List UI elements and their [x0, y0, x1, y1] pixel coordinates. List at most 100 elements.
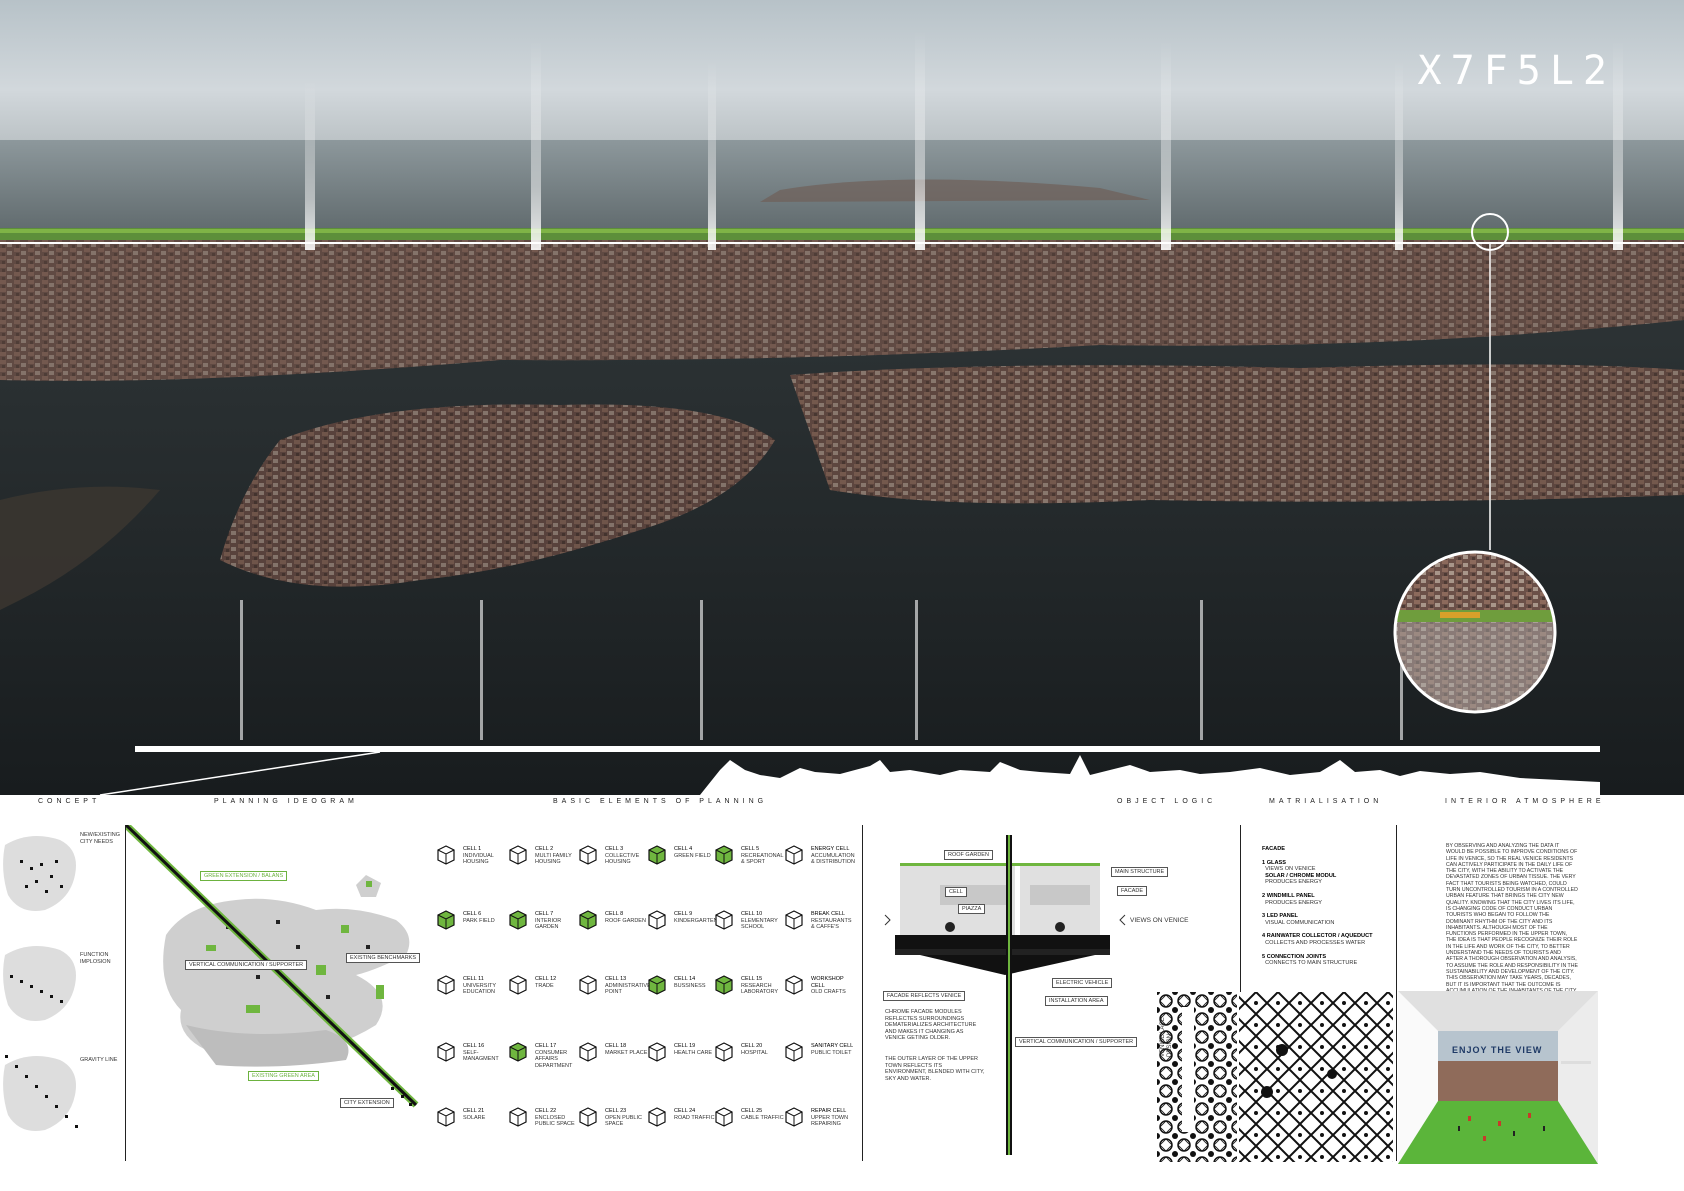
cell-item: CELL 17 CONSUMER AFFAIRS DEPARTMENT [506, 1037, 576, 1077]
label-roof-garden: ROOF GARDEN [944, 850, 993, 860]
cell-item: WORKSHOP CELL OLD CRAFTS [782, 970, 852, 1010]
section-planning: PLANNING IDEOGRAM [214, 798, 358, 805]
cell-icon [648, 910, 666, 930]
cell-icon [785, 845, 803, 865]
mat-item-2: 2 WINDMILL PANEL PRODUCES ENERGY [1262, 892, 1322, 906]
cell-item: CELL 21 SOLARE [434, 1102, 504, 1142]
object-text-2: THE OUTER LAYER OF THE UPPER TOWN REFLEC… [885, 1056, 985, 1082]
label-facade-reflects: FACADE REFLECTS VENICE [883, 991, 966, 1001]
section-basic: BASIC ELEMENTS OF PLANNING [553, 798, 768, 805]
label-main-structure: MAIN STRUCTURE [1111, 867, 1169, 877]
section-object: OBJECT LOGIC [1117, 798, 1217, 805]
cell-icon [509, 975, 527, 995]
cell-icon [648, 975, 666, 995]
cell-icon [579, 910, 597, 930]
cell-icon [715, 1042, 733, 1062]
section-interior: INTERIOR ATMOSPHERE [1445, 798, 1605, 805]
cell-item: SANITARY CELL PUBLIC TOILET [782, 1037, 853, 1077]
cell-item: CELL 16 SELF-MANAGMENT [434, 1037, 504, 1077]
bottom-panel: CONCEPT PLANNING IDEOGRAM BASIC ELEMENTS… [0, 795, 1684, 1191]
cell-item: CELL 11 UNIVERSITY EDUCATION [434, 970, 504, 1010]
concept-item-3: GRAVITY LINE [80, 1057, 118, 1063]
section-concept: CONCEPT [38, 798, 101, 805]
divider [1396, 825, 1397, 1161]
label-cell: CELL [945, 887, 967, 897]
cell-icon [579, 1042, 597, 1062]
label-facade: FACADE [1117, 886, 1148, 896]
cell-icon [785, 975, 803, 995]
cell-item: CELL 5 RECREATIONAL & SPORT [712, 840, 783, 880]
materialisation-list: FACADE 1 GLASS VIEWS ON VENICE SOLAR / C… [1262, 846, 1382, 974]
cell-item: CELL 14 BUSSINESS [645, 970, 715, 1010]
divider [862, 825, 863, 1161]
cell-icon [437, 845, 455, 865]
cell-icon [785, 1107, 803, 1127]
cell-item: REPAIR CELL UPPER TOWN REPAIRING [782, 1102, 852, 1142]
cell-icon [648, 1042, 666, 1062]
cell-icon [785, 910, 803, 930]
cell-item: CELL 7 INTERIOR GARDEN [506, 905, 576, 945]
label-city-extension: CITY EXTENSION [340, 1098, 394, 1108]
interior-text: BY OBSERVING AND ANALYZING THE DATA IT W… [1446, 843, 1578, 1000]
cell-item: CELL 4 GREEN FIELD [645, 840, 715, 880]
cell-item: CELL 19 HEALTH CARE [645, 1037, 715, 1077]
label-views: VIEWS ON VENICE [1130, 917, 1189, 924]
mat-item-5: 5 CONNECTION JOINTS CONNECTS TO MAIN STR… [1262, 953, 1358, 967]
cell-item: CELL 3 COLLECTIVE HOUSING [576, 840, 646, 880]
cell-icon [579, 975, 597, 995]
mat-item-4: 4 RAINWATER COLLECTOR / AQUEDUCT COLLECT… [1262, 933, 1373, 946]
cell-item: CELL 18 MARKET PLACE [576, 1037, 647, 1077]
cell-icon [509, 910, 527, 930]
cell-item: CELL 9 KINDERGARTEN [645, 905, 718, 945]
cell-item: CELL 25 CABLE TRAFFIC [712, 1102, 784, 1142]
section-materialisation: MATRIALISATION [1269, 798, 1383, 805]
cell-item: CELL 15 RESEARCH LABORATORY [712, 970, 782, 1010]
mat-item-1: 1 GLASS VIEWS ON VENICE SOLAR / CHROME M… [1262, 859, 1337, 886]
cell-item: CELL 24 ROAD TRAFFIC [645, 1102, 715, 1142]
label-green-extension: GREEN EXTENSION / BALANS [200, 871, 288, 881]
mat-item-3: 3 LED PANEL VISUAL COMMUNICATION [1262, 913, 1335, 926]
cell-icon [579, 1107, 597, 1127]
cell-item: ENERGY CELL ACCUMULATION & DISTRIBUTION [782, 840, 855, 880]
cell-item: CELL 13 ADMINISTRATIVE POINT [576, 970, 651, 1010]
cell-item: BREAK CELL RESTAURANTS & CAFFE'S [782, 905, 852, 945]
cell-item: CELL 8 ROOF GARDEN [576, 905, 646, 945]
label-electric-vehicle: ELECTRIC VEHICLE [1052, 978, 1113, 988]
cell-item: CELL 20 HOSPITAL [712, 1037, 782, 1077]
label-piazza: PIAZZA [958, 904, 986, 914]
cell-icon [648, 845, 666, 865]
cell-item: CELL 2 MULTI FAMILY HOUSING [506, 840, 576, 880]
cell-icon [579, 845, 597, 865]
label-vertical-communication: VERTICAL COMMUNICATION / SUPPORTER [1015, 1037, 1138, 1047]
cell-icon [437, 910, 455, 930]
cell-item: CELL 6 PARK FIELD [434, 905, 504, 945]
cell-icon [509, 1107, 527, 1127]
cell-icon [715, 910, 733, 930]
cell-item: CELL 10 ELEMENTARY SCHOOL [712, 905, 782, 945]
cell-item: CELL 12 TRADE [506, 970, 576, 1010]
object-text-1: CHROME FACADE MODULES REFLECTES SURROUND… [885, 1009, 977, 1041]
label-installation-area: INSTALLATION AREA [1045, 996, 1108, 1006]
concept-item-2: FUNCTION IMPLOSION [80, 952, 111, 965]
cell-icon [437, 1107, 455, 1127]
aerial-photo [0, 0, 1684, 795]
cell-icon [715, 975, 733, 995]
cell-item: CELL 22 ENCLOSED PUBLIC SPACE [506, 1102, 576, 1142]
cell-item: CELL 1 INDIVIDUAL HOUSING [434, 840, 504, 880]
label-existing-benchmarks: EXISTING BENCHMARKS [346, 953, 421, 963]
cell-icon [437, 1042, 455, 1062]
cell-icon [509, 1042, 527, 1062]
cell-icon [715, 1107, 733, 1127]
concept-item-1: NEW/EXISTING CITY NEEDS [80, 832, 121, 845]
interior-render [1398, 991, 1598, 1164]
cell-icon [437, 975, 455, 995]
concept-diagrams [3, 836, 78, 1131]
label-existing-green: EXISTING GREEN AREA [248, 1071, 319, 1081]
mat-facade-title: FACADE [1262, 846, 1285, 852]
label-vertical: VERTICAL COMMUNICATION / SUPPORTER [185, 960, 308, 970]
cell-icon [648, 1107, 666, 1127]
cell-icon [509, 845, 527, 865]
lace-label: VENICE LACE DESIGN [1160, 1017, 1173, 1057]
lace-pattern [1157, 992, 1393, 1162]
cell-icon [785, 1042, 803, 1062]
